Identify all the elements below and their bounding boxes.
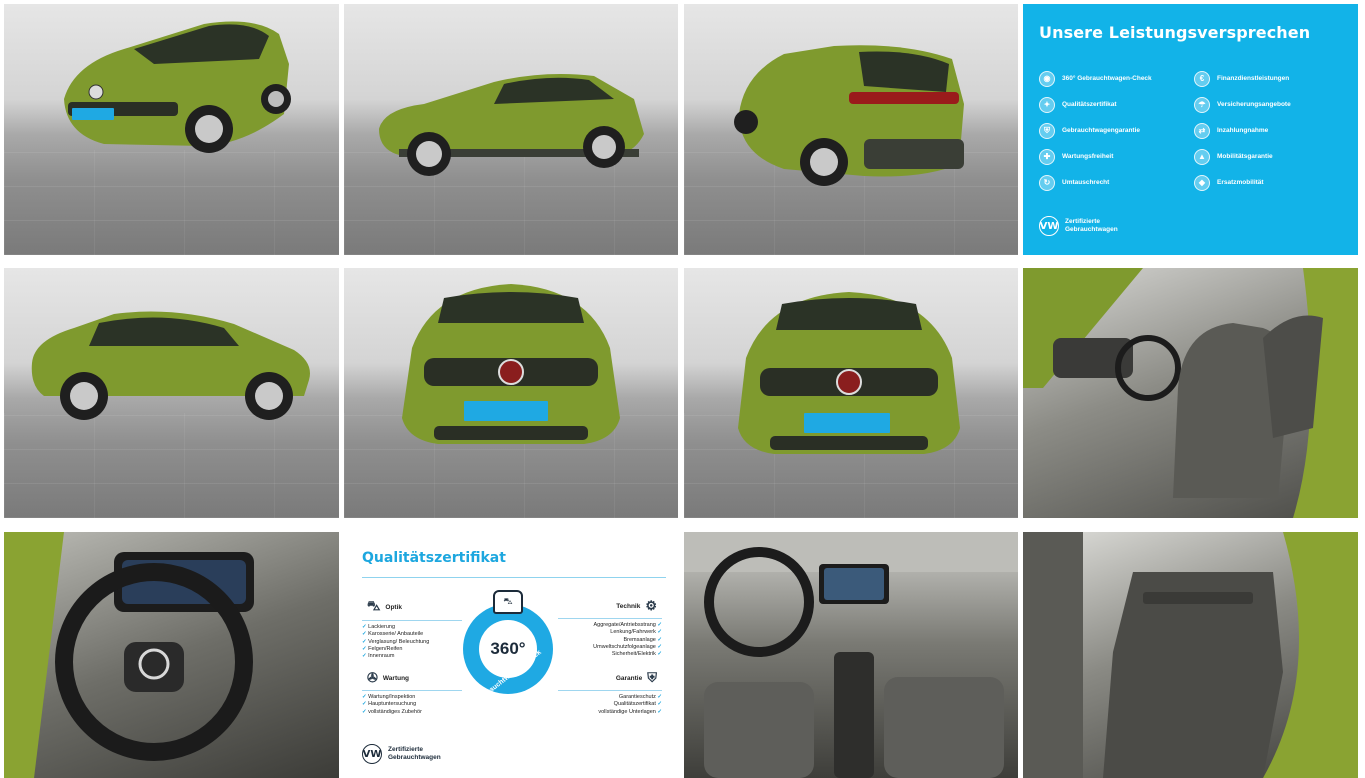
photo-front-view-2[interactable] bbox=[684, 268, 1018, 518]
shield-check-icon: ⛨ bbox=[647, 670, 657, 685]
quality-title: Qualitätszertifikat bbox=[362, 550, 506, 566]
badge-line-2: Gebrauchtwagen bbox=[388, 754, 441, 761]
photo-rear-seats[interactable] bbox=[1023, 532, 1358, 778]
promise-list: ◉ 360° Gebrauchtwagen-Check € Finanzdienst… bbox=[1039, 70, 1339, 191]
promise-info-card[interactable]: Unsere Leistungsversprechen ◉ 360° Gebrau… bbox=[1023, 4, 1358, 255]
promise-item: ✚ Wartungsfreiheit bbox=[1039, 148, 1184, 165]
promise-item: ☂ Versicherungsangebote bbox=[1194, 96, 1339, 113]
photo-front-seats[interactable] bbox=[1023, 268, 1358, 518]
list-item: vollständige Unterlagen ✓ bbox=[598, 708, 662, 715]
list-item: Sicherheit/Elektrik ✓ bbox=[611, 651, 662, 658]
front-seats-image bbox=[1023, 268, 1358, 518]
promise-item: ⛨ Gebrauchtwagengarantie bbox=[1039, 122, 1184, 139]
list-item: ✓ Felgen/Reifen bbox=[362, 645, 403, 652]
wrench-icon: ✇ bbox=[367, 670, 378, 685]
photo-front-view-1[interactable] bbox=[344, 268, 678, 518]
photo-dashboard[interactable] bbox=[684, 532, 1018, 778]
engine-icon: ⚙ bbox=[645, 598, 657, 613]
promise-item: ↻ Umtauschrecht bbox=[1039, 174, 1184, 191]
badge-line-2: Gebrauchtwagen bbox=[1065, 226, 1118, 233]
car-front-view-image-2 bbox=[738, 292, 960, 454]
technik-section: Technik ⚙ Aggregate/Antriebsstrang ✓ Lenk… bbox=[558, 598, 662, 658]
dashboard-image bbox=[684, 532, 1018, 778]
list-item: ✓ Innenraum bbox=[362, 653, 395, 660]
wartung-section: ✇ Wartung ✓ Wartung/Inspektion ✓ Hauptunt… bbox=[362, 670, 462, 716]
promise-item: ⇄ Inzahlungnahme bbox=[1194, 122, 1339, 139]
photo-steering-wheel[interactable] bbox=[4, 532, 339, 778]
promise-item: € Finanzdienstleistungen bbox=[1194, 70, 1339, 87]
replacement-car-icon: ◆ bbox=[1194, 174, 1210, 191]
photo-front-three-quarter[interactable] bbox=[4, 4, 339, 255]
center-value: 360° bbox=[490, 639, 526, 658]
quality-divider bbox=[362, 577, 666, 578]
car-side-front-image bbox=[379, 74, 644, 176]
list-item: ✓ Hauptuntersuchung bbox=[362, 701, 417, 708]
check-360-ring: ⛍ 360° Gebrauchtwagen-Check bbox=[463, 590, 553, 704]
list-item: ✓ Wartung/Inspektion bbox=[362, 694, 416, 700]
exchange-icon: ↻ bbox=[1039, 174, 1055, 191]
certified-badge: VW Zertifizierte Gebrauchtwagen bbox=[362, 744, 441, 764]
wrench-icon: ✚ bbox=[1039, 148, 1055, 165]
steering-wheel-image bbox=[4, 532, 254, 778]
list-item: Aggregate/Antriebsstrang ✓ bbox=[593, 622, 662, 628]
promise-item: ◆ Ersatzmobilität bbox=[1194, 174, 1339, 191]
certified-badge: VW Zertifizierte Gebrauchtwagen bbox=[1039, 216, 1118, 236]
promise-title: Unsere Leistungsversprechen bbox=[1039, 23, 1311, 42]
list-item: Qualitätszertifikat ✓ bbox=[613, 701, 662, 708]
car-front-threequarter-image bbox=[64, 21, 291, 153]
list-item: ✓ Karosserie/ Anbauteile bbox=[362, 631, 424, 638]
list-item: ✓ vollständiges Zubehör bbox=[362, 708, 422, 715]
list-item: Lenkung/Fahrwerk ✓ bbox=[610, 629, 662, 636]
badge-line-1: Zertifizierte bbox=[388, 746, 424, 753]
promise-item: ▲ Mobilitätsgarantie bbox=[1194, 148, 1339, 165]
finance-icon: € bbox=[1194, 70, 1210, 87]
shield-icon: ⛨ bbox=[1039, 122, 1055, 139]
promise-item: ◉ 360° Gebrauchtwagen-Check bbox=[1039, 70, 1184, 87]
image-gallery: Unsere Leistungsversprechen ◉ 360° Gebrau… bbox=[0, 0, 1365, 778]
insurance-icon: ☂ bbox=[1194, 96, 1210, 113]
quality-certificate-card[interactable]: Qualitätszertifikat ⛍ Optik ✓ Lackierung … bbox=[344, 532, 678, 778]
list-item: Umweltschutzfolgeanlage ✓ bbox=[593, 643, 662, 650]
optik-section: ⛍ Optik ✓ Lackierung ✓ Karosserie/ Anbaut… bbox=[362, 598, 462, 660]
car-rear-threequarter-image bbox=[734, 45, 964, 186]
list-item: Garantieschutz ✓ bbox=[618, 694, 662, 700]
photo-side-profile[interactable] bbox=[4, 268, 339, 518]
list-item: ✓ Lackierung bbox=[362, 624, 396, 630]
list-item: ✓ Verglasung/ Beleuchtung bbox=[362, 638, 430, 645]
garantie-section: Garantie ⛨ Garantieschutz ✓ Qualitätszert… bbox=[558, 670, 662, 716]
rear-seats-image bbox=[1023, 532, 1358, 778]
certificate-icon: ✦ bbox=[1039, 96, 1055, 113]
promise-item: ✦ Qualitätszertifikat bbox=[1039, 96, 1184, 113]
car-check-icon: ◉ bbox=[1039, 70, 1055, 87]
list-item: Bremsanlage ✓ bbox=[623, 636, 662, 643]
vw-logo-icon: VW bbox=[362, 744, 382, 764]
badge-line-1: Zertifizierte bbox=[1065, 218, 1101, 225]
car-paint-icon: ⛍ bbox=[367, 598, 381, 613]
car-side-profile-image bbox=[31, 311, 310, 420]
photo-front-side[interactable] bbox=[344, 4, 678, 255]
mobility-icon: ▲ bbox=[1194, 148, 1210, 165]
trade-in-icon: ⇄ bbox=[1194, 122, 1210, 139]
vw-logo-icon: VW bbox=[1039, 216, 1059, 236]
car-front-view-image-1 bbox=[402, 284, 620, 444]
car-check-icon: ⛍ bbox=[493, 590, 523, 614]
photo-rear-three-quarter[interactable] bbox=[684, 4, 1018, 255]
